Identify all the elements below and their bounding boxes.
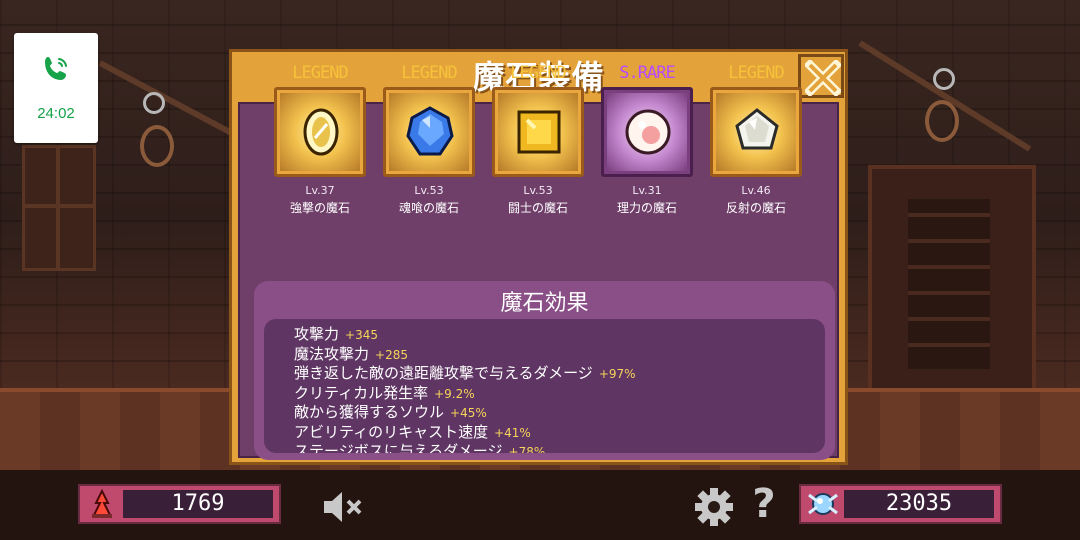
gem-name: 理力の魔石 bbox=[616, 201, 677, 215]
soul-amount: 23035 bbox=[844, 490, 994, 518]
effect-label: 弾き返した敵の遠距離攻撃で与えるダメージ bbox=[294, 364, 593, 382]
bookcase bbox=[868, 165, 1036, 403]
effect-label: アビリティのリキャスト速度 bbox=[294, 422, 489, 441]
effect-label: 攻撃力 bbox=[294, 325, 340, 343]
effect-row: ステージボスに与えるダメージ +78% bbox=[294, 442, 825, 453]
call-widget[interactable]: 24:02 bbox=[14, 33, 98, 143]
effect-row: 弾き返した敵の遠距離攻撃で与えるダメージ +97% bbox=[294, 364, 825, 384]
hanging-rope bbox=[140, 125, 174, 167]
effect-label: クリティカル発生率 bbox=[294, 383, 429, 402]
metal-ring bbox=[933, 68, 955, 90]
effect-label: 敵から獲得するソウル bbox=[294, 403, 445, 421]
blue-sapphire-gem-icon bbox=[406, 106, 454, 156]
effect-value: +41% bbox=[494, 425, 531, 440]
effects-list[interactable]: 攻撃力 +345 魔法攻撃力 +285 弾き返した敵の遠距離攻撃で与えるダメージ +9… bbox=[264, 319, 825, 453]
effect-row: アビリティのリキャスト速度 +41% bbox=[294, 423, 825, 443]
gear-icon bbox=[695, 488, 733, 526]
effect-row: 敵から獲得するソウル +45% bbox=[294, 403, 825, 423]
red-flame-crystal-icon bbox=[92, 489, 112, 518]
phone-icon bbox=[45, 57, 67, 80]
stone-effects-panel: 魔石効果 攻撃力 +345 魔法攻撃力 +285 弾き返した敵の遠距離攻撃で与えるダ… bbox=[254, 281, 835, 460]
blue-soul-orb-icon bbox=[808, 493, 838, 515]
gem-name: 闘士の魔石 bbox=[507, 201, 568, 215]
gem-level: Lv.46 bbox=[741, 184, 771, 197]
effects-title: 魔石効果 bbox=[500, 291, 589, 316]
gem-name: 反射の魔石 bbox=[725, 201, 786, 215]
gem-rarity: LEGEND bbox=[728, 63, 784, 83]
gem-name: 強撃の魔石 bbox=[289, 201, 350, 215]
pink-pearl-gem-icon bbox=[625, 109, 671, 155]
gem-name: 魂喰の魔石 bbox=[398, 201, 459, 215]
gem-level: Lv.37 bbox=[305, 184, 335, 197]
effect-value: +285 bbox=[375, 347, 408, 362]
gem-level: Lv.31 bbox=[632, 184, 662, 197]
call-timer: 24:02 bbox=[37, 105, 75, 122]
gem-slot-3[interactable]: LEGEND Lv.53 闘士の魔石 bbox=[488, 63, 588, 215]
effect-value: +345 bbox=[345, 328, 378, 342]
effect-label: ステージボスに与えるダメージ bbox=[294, 442, 503, 453]
crystal-amount: 1769 bbox=[123, 490, 273, 518]
gem-slot-4[interactable]: S.RARE Lv.31 理力の魔石 bbox=[597, 63, 697, 215]
effect-value: +78% bbox=[508, 445, 546, 453]
gem-rarity: LEGEND bbox=[401, 63, 457, 83]
help-button[interactable]: ? bbox=[748, 482, 780, 526]
hanging-rope bbox=[925, 100, 959, 142]
gem-level: Lv.53 bbox=[523, 184, 553, 197]
crystal-counter[interactable]: 1769 bbox=[78, 484, 281, 524]
soul-counter[interactable]: 23035 bbox=[799, 484, 1002, 524]
gem-rarity: LEGEND bbox=[292, 63, 348, 83]
effect-value: +9.2% bbox=[434, 386, 475, 401]
gem-rarity: S.RARE bbox=[619, 63, 675, 83]
pale-yellow-ring-gem-icon bbox=[303, 108, 339, 156]
white-diamond-gem-icon bbox=[735, 108, 779, 150]
close-icon bbox=[805, 60, 841, 96]
gem-rarity: LEGEND bbox=[510, 63, 566, 83]
effect-value: +45% bbox=[450, 406, 487, 420]
mute-button[interactable] bbox=[322, 490, 364, 524]
background-window bbox=[22, 145, 96, 271]
effect-label: 魔法攻撃力 bbox=[294, 344, 370, 363]
gold-topaz-gem-icon bbox=[517, 110, 561, 154]
gem-slot-1[interactable]: LEGEND Lv.37 強撃の魔石 bbox=[270, 63, 370, 215]
effect-value: +97% bbox=[598, 367, 636, 381]
speaker-muted-icon bbox=[324, 492, 362, 522]
gem-level: Lv.53 bbox=[414, 184, 444, 197]
metal-ring bbox=[143, 92, 165, 114]
effect-row: クリティカル発生率 +9.2% bbox=[294, 384, 825, 404]
gem-slot-2[interactable]: LEGEND Lv.53 魂喰の魔石 bbox=[379, 63, 479, 215]
settings-button[interactable] bbox=[694, 487, 734, 527]
gem-slot-5[interactable]: LEGEND Lv.46 反射の魔石 bbox=[706, 63, 806, 215]
effect-row: 攻撃力 +345 bbox=[294, 325, 825, 345]
effect-row: 魔法攻撃力 +285 bbox=[294, 345, 825, 365]
